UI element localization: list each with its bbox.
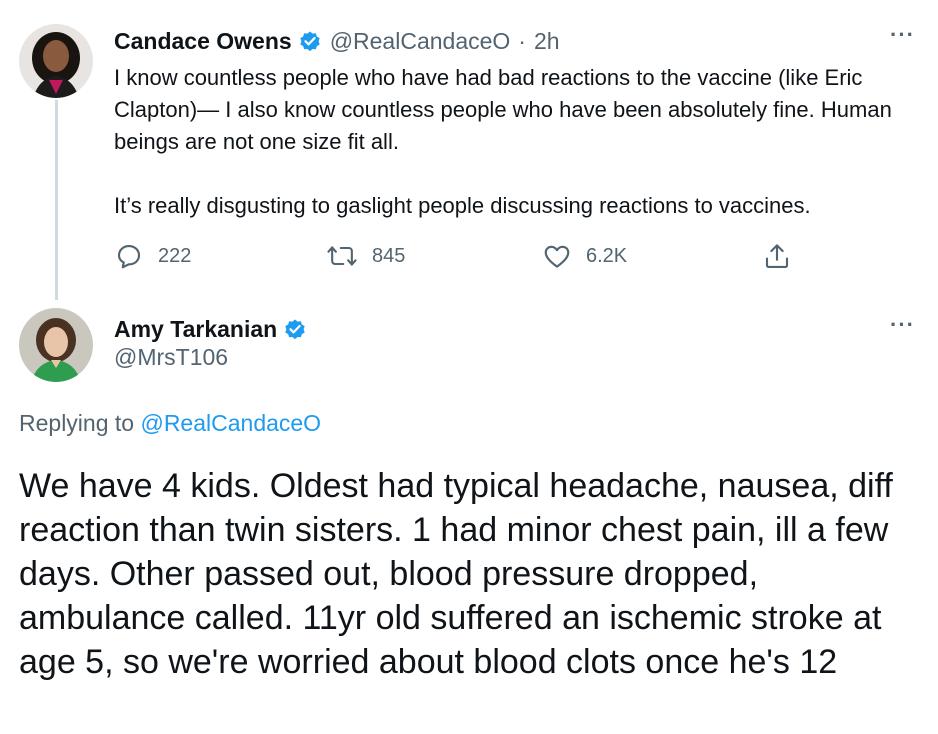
thread-connector-line	[55, 100, 58, 300]
verified-badge-icon	[283, 317, 307, 341]
avatar[interactable]	[19, 24, 93, 98]
author-name[interactable]: Candace Owens	[114, 28, 292, 55]
replying-to: Replying to @RealCandaceO	[19, 410, 321, 437]
author-handle[interactable]: @MrsT106	[114, 344, 228, 371]
share-button[interactable]	[762, 238, 806, 274]
verified-badge-icon	[298, 29, 322, 53]
retweet-count: 845	[372, 244, 406, 267]
author-handle[interactable]: @RealCandaceO	[330, 28, 511, 55]
more-options-icon[interactable]: ···	[890, 22, 915, 48]
tweet-header: Amy Tarkanian	[114, 312, 315, 346]
author-name[interactable]: Amy Tarkanian	[114, 316, 277, 343]
reply-count: 222	[158, 244, 192, 267]
tweet-timestamp[interactable]: 2h	[534, 28, 560, 55]
retweet-icon	[327, 246, 357, 266]
like-button[interactable]: 6.2K	[542, 238, 627, 274]
tweet-header: Candace Owens @RealCandaceO · 2h	[114, 24, 560, 58]
avatar[interactable]	[19, 308, 93, 382]
tweet-text: We have 4 kids. Oldest had typical heada…	[19, 467, 893, 681]
separator-dot: ·	[518, 27, 526, 54]
reply-button[interactable]: 222	[114, 238, 191, 274]
more-options-icon[interactable]: ···	[890, 312, 915, 338]
replying-mention-link[interactable]: @RealCandaceO	[140, 410, 321, 436]
retweet-button[interactable]: 845	[326, 238, 405, 274]
share-icon	[765, 244, 789, 268]
tweet-paragraph: It’s really disgusting to gaslight peopl…	[114, 193, 811, 218]
reply-icon	[117, 244, 141, 269]
like-icon	[544, 245, 570, 268]
like-count: 6.2K	[586, 244, 628, 267]
tweet-actions: 222 845 6.2K	[114, 238, 814, 274]
tweet-text: I know countless people who have had bad…	[114, 62, 904, 222]
tweet-paragraph: I know countless people who have had bad…	[114, 65, 892, 154]
replying-label: Replying to	[19, 410, 135, 436]
